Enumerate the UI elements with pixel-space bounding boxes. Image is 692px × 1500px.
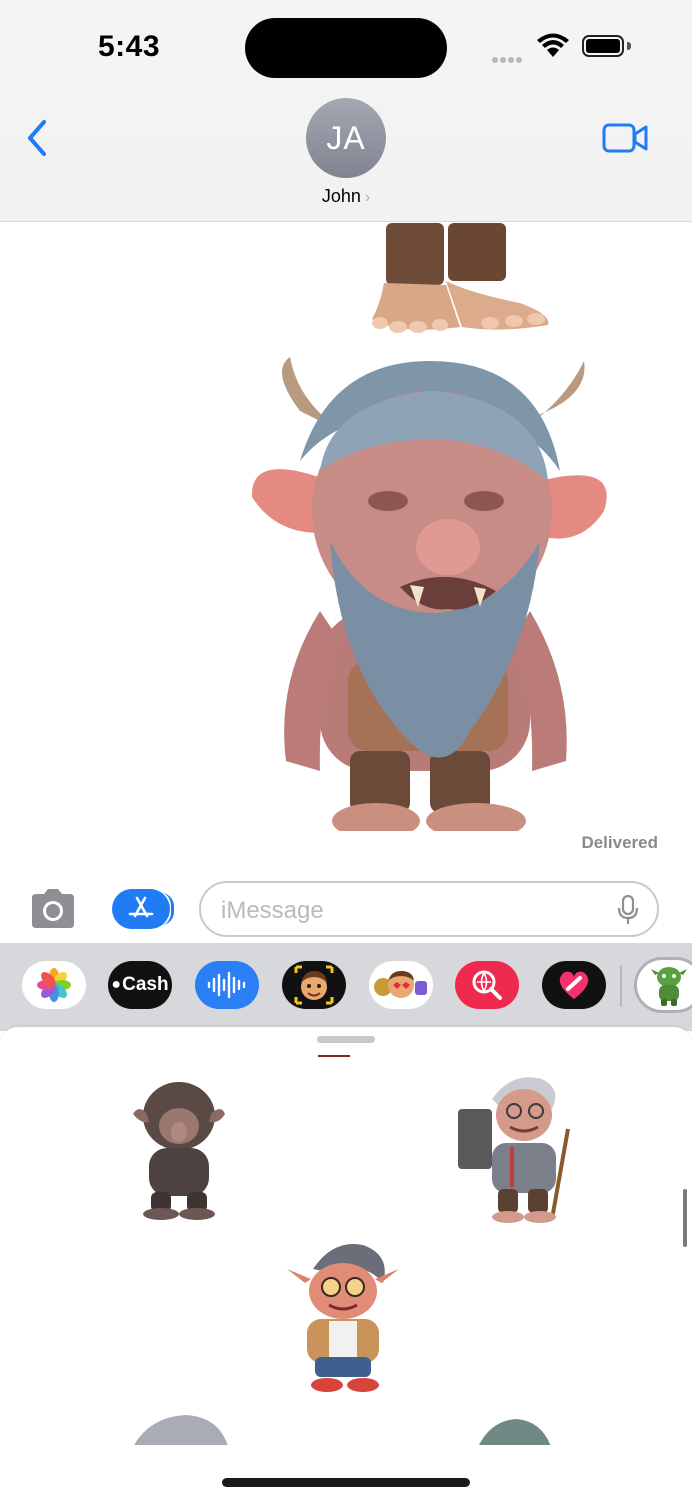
apple-cash-app[interactable]: ● Cash [108,961,172,1009]
app-strip-divider [620,965,622,1007]
sticker-partial-right[interactable] [470,1417,560,1445]
camera-icon[interactable] [28,888,78,930]
cellular-signal-icon [492,50,524,68]
home-indicator[interactable] [222,1478,470,1487]
troll-sticker-partial[interactable] [0,223,692,343]
status-time: 5:43 [98,30,161,63]
imessage-app-strip: ● Cash [0,943,692,1031]
apple-cash-label: Cash [122,974,169,995]
apple-logo-icon: ● [111,976,122,993]
contact-name[interactable]: John › [0,186,692,207]
app-store-button[interactable] [112,889,174,929]
sheet-bottom-fade [0,1445,692,1500]
sticker-sad-troll[interactable] [125,1074,235,1224]
video-camera-icon[interactable] [602,122,648,154]
battery-icon [582,35,624,57]
troll-stickers-app[interactable] [634,957,692,1013]
sticker-scroll-indicator[interactable] [683,1189,687,1247]
memoji-app[interactable] [282,961,346,1009]
images-search-app[interactable] [455,961,519,1009]
sticker-strip-remnant [318,1055,350,1057]
sticker-glasses-troll[interactable] [283,1239,403,1399]
globe-search-icon [472,970,502,1000]
troll-sticker-main[interactable] [0,351,692,831]
memoji-stickers-icon [374,971,427,998]
conversation-view[interactable] [0,223,692,873]
app-store-icon [128,896,154,918]
memoji-face-icon [294,965,334,1005]
photos-app[interactable] [22,961,86,1009]
waveform-icon [207,971,246,999]
battery-cap [627,42,631,50]
back-chevron-icon[interactable] [22,118,54,158]
message-placeholder: iMessage [221,897,324,924]
drawer-grabber[interactable] [317,1036,375,1043]
photos-icon [37,968,71,1002]
dynamic-island [245,18,447,78]
sticker-drawer [0,1027,692,1500]
status-bar: 5:43 [0,0,692,90]
contact-name-label: John [321,186,361,206]
screen: 5:43 JA John › Delivered iMessage ● Cash [0,0,692,1500]
contact-avatar[interactable]: JA [306,98,386,178]
heart-touch-icon [559,971,589,999]
sticker-book-troll[interactable] [452,1069,582,1229]
wifi-icon [537,33,569,57]
microphone-icon[interactable] [617,895,639,925]
chevron-right-icon: › [364,189,371,206]
digital-touch-app[interactable] [542,961,606,1009]
sticker-partial-left[interactable] [126,1413,236,1445]
delivered-status: Delivered [581,833,658,852]
message-input[interactable]: iMessage [199,881,659,937]
troll-app-icon [651,967,687,1006]
sticker-row-partial [0,1407,692,1445]
audio-message-app[interactable] [195,961,259,1009]
conversation-header: 5:43 JA John › [0,0,692,222]
memoji-stickers-app[interactable] [369,961,433,1009]
